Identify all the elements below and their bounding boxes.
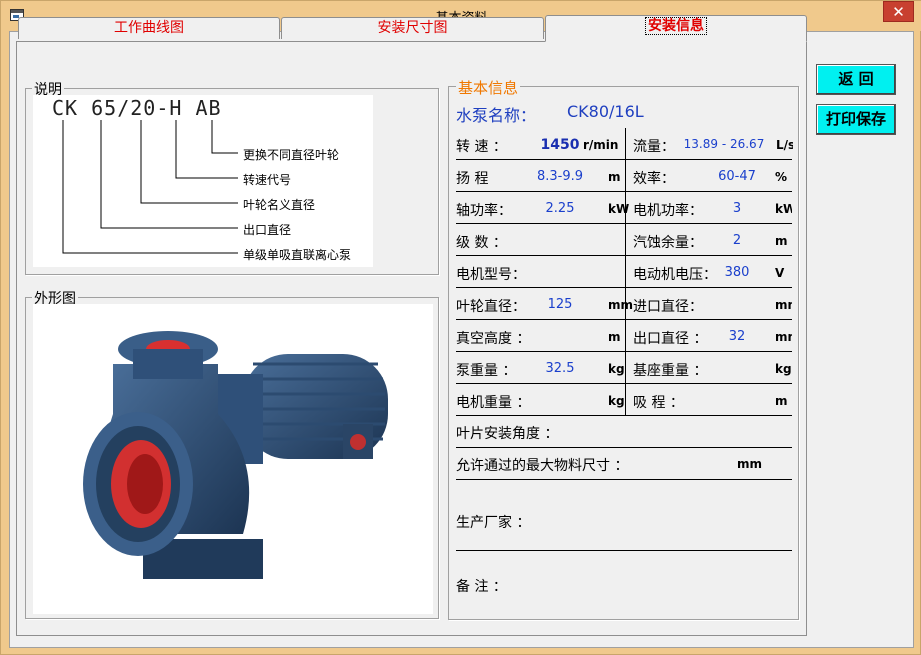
info-left-value: 32.5 bbox=[545, 361, 575, 376]
code-desc-item: 叶轮名义直径 bbox=[243, 198, 316, 212]
info-left-unit: mm bbox=[608, 298, 634, 312]
info-right-label: 吸 程 ： bbox=[633, 395, 684, 411]
tab-label: 安装信息 bbox=[645, 17, 707, 35]
info-right-unit: kW bbox=[775, 202, 792, 216]
info-left-label: 轴功率： bbox=[456, 203, 512, 219]
pump-name-label: 水泵名称： bbox=[456, 106, 537, 125]
info-left-value: 2.25 bbox=[545, 201, 575, 216]
info-right-value: 3 bbox=[732, 201, 742, 216]
info-left-label: 泵重量 ： bbox=[456, 363, 517, 379]
row-divider bbox=[456, 383, 792, 384]
info-frame bbox=[448, 86, 799, 620]
info-right-value: 60-47 bbox=[718, 169, 756, 184]
info-right-unit: L/s bbox=[776, 138, 793, 152]
info-left-unit: kW bbox=[608, 202, 630, 216]
divider bbox=[456, 550, 792, 551]
info-right-value: 32 bbox=[728, 329, 746, 344]
info-left-label: 级 数 ： bbox=[456, 235, 507, 251]
info-right-value: 380 bbox=[724, 265, 750, 280]
info-right-unit: m bbox=[775, 234, 788, 248]
pump-illustration bbox=[83, 331, 388, 579]
info-left-unit: kg bbox=[608, 394, 625, 408]
tab-install-info[interactable]: 安装信息 bbox=[545, 15, 807, 42]
info-left-label: 电机型号： bbox=[456, 267, 526, 283]
code-desc-item: 更换不同直径叶轮 bbox=[243, 148, 340, 162]
max-material-label: 允许通过的最大物料尺寸 ： bbox=[456, 458, 629, 474]
info-left-unit: r/min bbox=[583, 138, 619, 152]
info-left-unit: m bbox=[608, 170, 621, 184]
info-right-value: 13.89 - 26.67 bbox=[683, 137, 765, 151]
info-right-label: 流量： bbox=[633, 139, 675, 155]
info-left-label: 转 速 ： bbox=[456, 139, 507, 155]
row-divider bbox=[456, 223, 792, 224]
back-button[interactable]: 返 回 bbox=[816, 64, 896, 95]
print-save-button[interactable]: 打印保存 bbox=[816, 104, 896, 135]
pump-image bbox=[33, 304, 433, 614]
code-desc-item: 单级单吸直联离心泵 bbox=[243, 248, 352, 262]
info-right-label: 电机功率： bbox=[633, 203, 703, 219]
divider bbox=[456, 479, 792, 480]
remarks-label: 备 注 ： bbox=[456, 579, 507, 595]
info-right-label: 汽蚀余量： bbox=[633, 235, 703, 251]
info-left-label: 扬 程 bbox=[456, 171, 489, 187]
info-left-value: 8.3-9.9 bbox=[536, 169, 584, 184]
max-material-unit: mm bbox=[737, 457, 763, 471]
info-right-label: 出口直径 ： bbox=[633, 331, 708, 347]
info-legend: 基本信息 bbox=[456, 77, 521, 98]
info-right-label: 进口直径： bbox=[633, 299, 703, 315]
info-left-label: 电机重量 ： bbox=[456, 395, 531, 411]
code-desc-item: 转速代号 bbox=[243, 173, 292, 187]
info-right-unit: mm bbox=[775, 298, 792, 312]
row-divider bbox=[456, 319, 792, 320]
info-right-unit: V bbox=[775, 266, 785, 280]
row-divider bbox=[456, 191, 792, 192]
row-divider bbox=[456, 287, 792, 288]
info-right-value: 2 bbox=[732, 233, 742, 248]
info-left-value: 125 bbox=[547, 297, 573, 312]
info-left-label: 真空高度 ： bbox=[456, 331, 531, 347]
info-right-label: 效率： bbox=[633, 171, 675, 187]
info-left-unit: m bbox=[608, 330, 621, 344]
row-divider bbox=[456, 159, 792, 160]
info-left-unit: kg bbox=[608, 362, 625, 376]
info-right-unit: mm bbox=[775, 330, 792, 344]
info-right-label: 基座重量 ： bbox=[633, 363, 708, 379]
row-divider bbox=[456, 351, 792, 352]
row-divider bbox=[456, 415, 792, 416]
divider bbox=[456, 447, 792, 448]
info-right-unit: % bbox=[775, 170, 788, 184]
code-desc-item: 出口直径 bbox=[243, 223, 292, 237]
manufacturer-label: 生产厂家 ： bbox=[456, 515, 531, 531]
column-divider bbox=[625, 128, 626, 416]
info-right-unit: kg bbox=[775, 362, 792, 376]
info-left-label: 叶轮直径： bbox=[456, 299, 526, 315]
row-divider bbox=[456, 255, 792, 256]
info-right-unit: m bbox=[775, 394, 788, 408]
blade-angle-label: 叶片安装角度 ： bbox=[456, 426, 559, 442]
pump-name-value: CK80/16L bbox=[567, 102, 644, 121]
